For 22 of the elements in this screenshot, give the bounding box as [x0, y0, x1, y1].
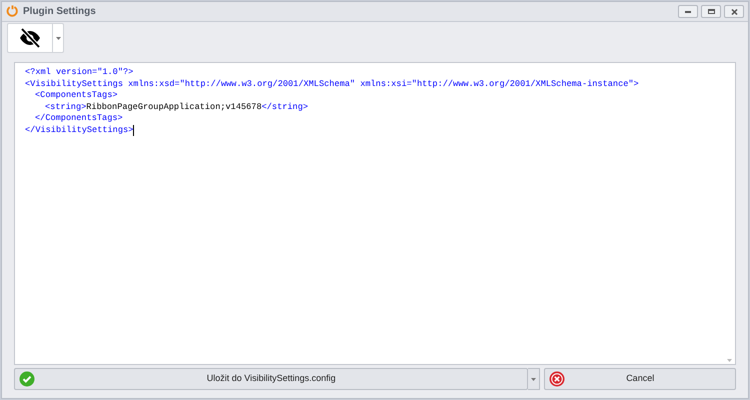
cancel-button[interactable]: Cancel — [544, 368, 736, 390]
visibility-toolbar-button[interactable] — [7, 23, 64, 53]
code-line: </VisibilitySettings> — [25, 124, 134, 136]
text-cursor — [133, 124, 134, 136]
code-line: <?xml version="1.0"?> — [25, 67, 134, 77]
caret-icon — [56, 36, 60, 40]
eye-slash-icon — [18, 28, 42, 48]
checkmark-icon — [19, 371, 35, 387]
close-icon — [549, 371, 566, 387]
code-line: </ComponentsTags> — [35, 113, 123, 124]
code-line: <ComponentsTags> — [35, 90, 118, 100]
dropdown-button[interactable] — [528, 368, 540, 390]
close-icon — [730, 8, 738, 14]
save-button[interactable]: Uložit do VisibilitySettings.config — [14, 368, 528, 390]
code-line: <string>RibbonPageGroupApplication;v145678</string> — [45, 102, 308, 112]
window-title: Plugin Settings — [23, 5, 96, 19]
close-button[interactable] — [724, 5, 744, 18]
maximize-button[interactable] — [701, 5, 721, 18]
code-line: <VisibilitySettings xmlns:xsd="http://www.w3.org/2001/XMLSchema" xmlns:xsi="http://www.w3.org/2001/XMLSchema-instance"> — [25, 78, 639, 88]
scroll-down-icon — [726, 359, 732, 362]
minimize-button[interactable] — [678, 5, 698, 18]
caret-icon — [531, 378, 536, 380]
